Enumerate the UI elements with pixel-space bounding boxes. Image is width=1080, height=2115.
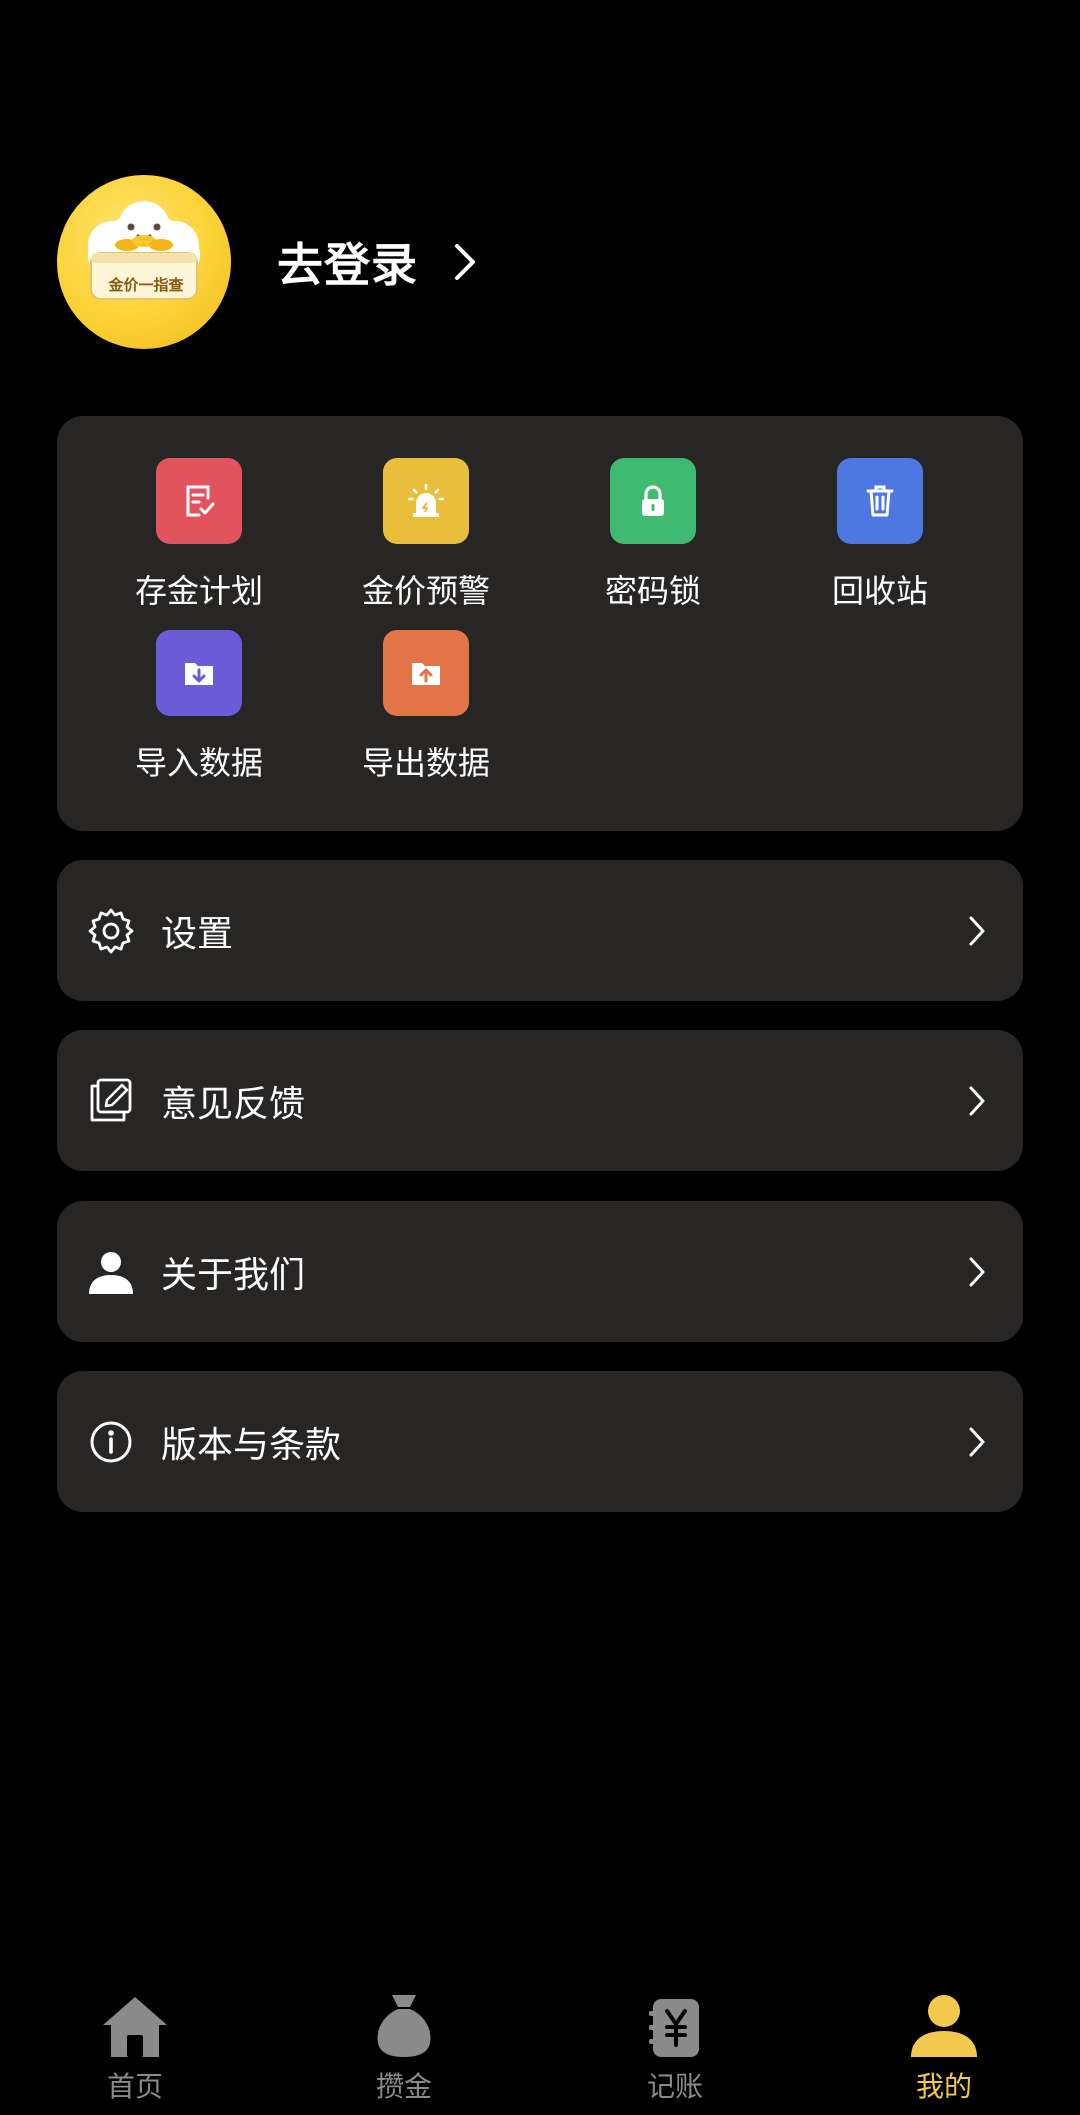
tools-card: 存金计划 金价预警 密码锁 回收站 导入数据 导出数据 [57,416,1023,831]
tool-label: 导出数据 [361,744,490,782]
menu-label: 关于我们 [161,1254,306,1296]
avatar[interactable] [57,175,231,349]
chevron-right-icon [969,916,985,945]
menu-feedback[interactable]: 意见反馈 [57,1030,1023,1171]
tab-save-gold[interactable]: 攒金 [329,1987,479,2105]
feedback-edit-icon [83,1073,139,1129]
chevron-right-icon [969,1086,985,1115]
tab-mine[interactable]: 我的 [869,1987,1019,2105]
tab-label: 我的 [915,2070,972,2103]
info-icon [83,1414,139,1470]
tool-label: 密码锁 [604,572,701,610]
user-icon [906,1987,982,2059]
chevron-right-icon [455,244,475,280]
tool-label: 金价预警 [361,572,490,610]
tab-label: 首页 [106,2070,163,2103]
menu-about-us[interactable]: 关于我们 [57,1201,1023,1342]
home-icon [97,1987,173,2059]
menu-settings[interactable]: 设置 [57,860,1023,1001]
ledger-yen-icon [637,1987,713,2059]
tool-label: 存金计划 [134,572,263,610]
gear-icon [83,903,139,959]
tool-price-alert[interactable]: 金价预警 [326,458,526,612]
tool-import-data[interactable]: 导入数据 [99,630,299,784]
plan-check-icon [156,458,242,544]
tab-label: 攒金 [375,2070,432,2103]
tool-recycle-bin[interactable]: 回收站 [780,458,980,612]
avatar-badge-text: 金价一指查 [108,276,184,294]
profile-page: 去登录 金价一指查 存金计划 金价预警 密码锁 回收站 导入数据 导出数据 设置… [0,0,1080,2115]
folder-export-icon [383,630,469,716]
tool-export-data[interactable]: 导出数据 [326,630,526,784]
chevron-right-icon [969,1257,985,1286]
folder-import-icon [156,630,242,716]
tab-label: 记账 [646,2070,703,2103]
menu-label: 版本与条款 [161,1424,342,1466]
menu-version-terms[interactable]: 版本与条款 [57,1371,1023,1512]
lock-icon [610,458,696,544]
login-link[interactable]: 去登录 [277,229,478,295]
menu-label: 意见反馈 [161,1083,306,1125]
trash-icon [837,458,923,544]
chevron-right-icon [969,1427,985,1456]
login-label: 去登录 [277,238,418,292]
tool-label: 导入数据 [134,744,263,782]
bottom-tab-bar: 首页 攒金 记账 我的 [0,1975,1080,2115]
tool-password-lock[interactable]: 密码锁 [553,458,753,612]
menu-label: 设置 [161,913,234,955]
tab-ledger[interactable]: 记账 [600,1987,750,2105]
money-bag-icon [366,1987,442,2059]
person-icon [83,1244,139,1300]
cloud-mascot-logo [88,201,200,300]
tool-label: 回收站 [831,572,928,610]
login-entry[interactable]: 去登录 [57,174,478,350]
alarm-light-icon [383,458,469,544]
tab-home[interactable]: 首页 [60,1987,210,2105]
tool-save-plan[interactable]: 存金计划 [99,458,299,612]
